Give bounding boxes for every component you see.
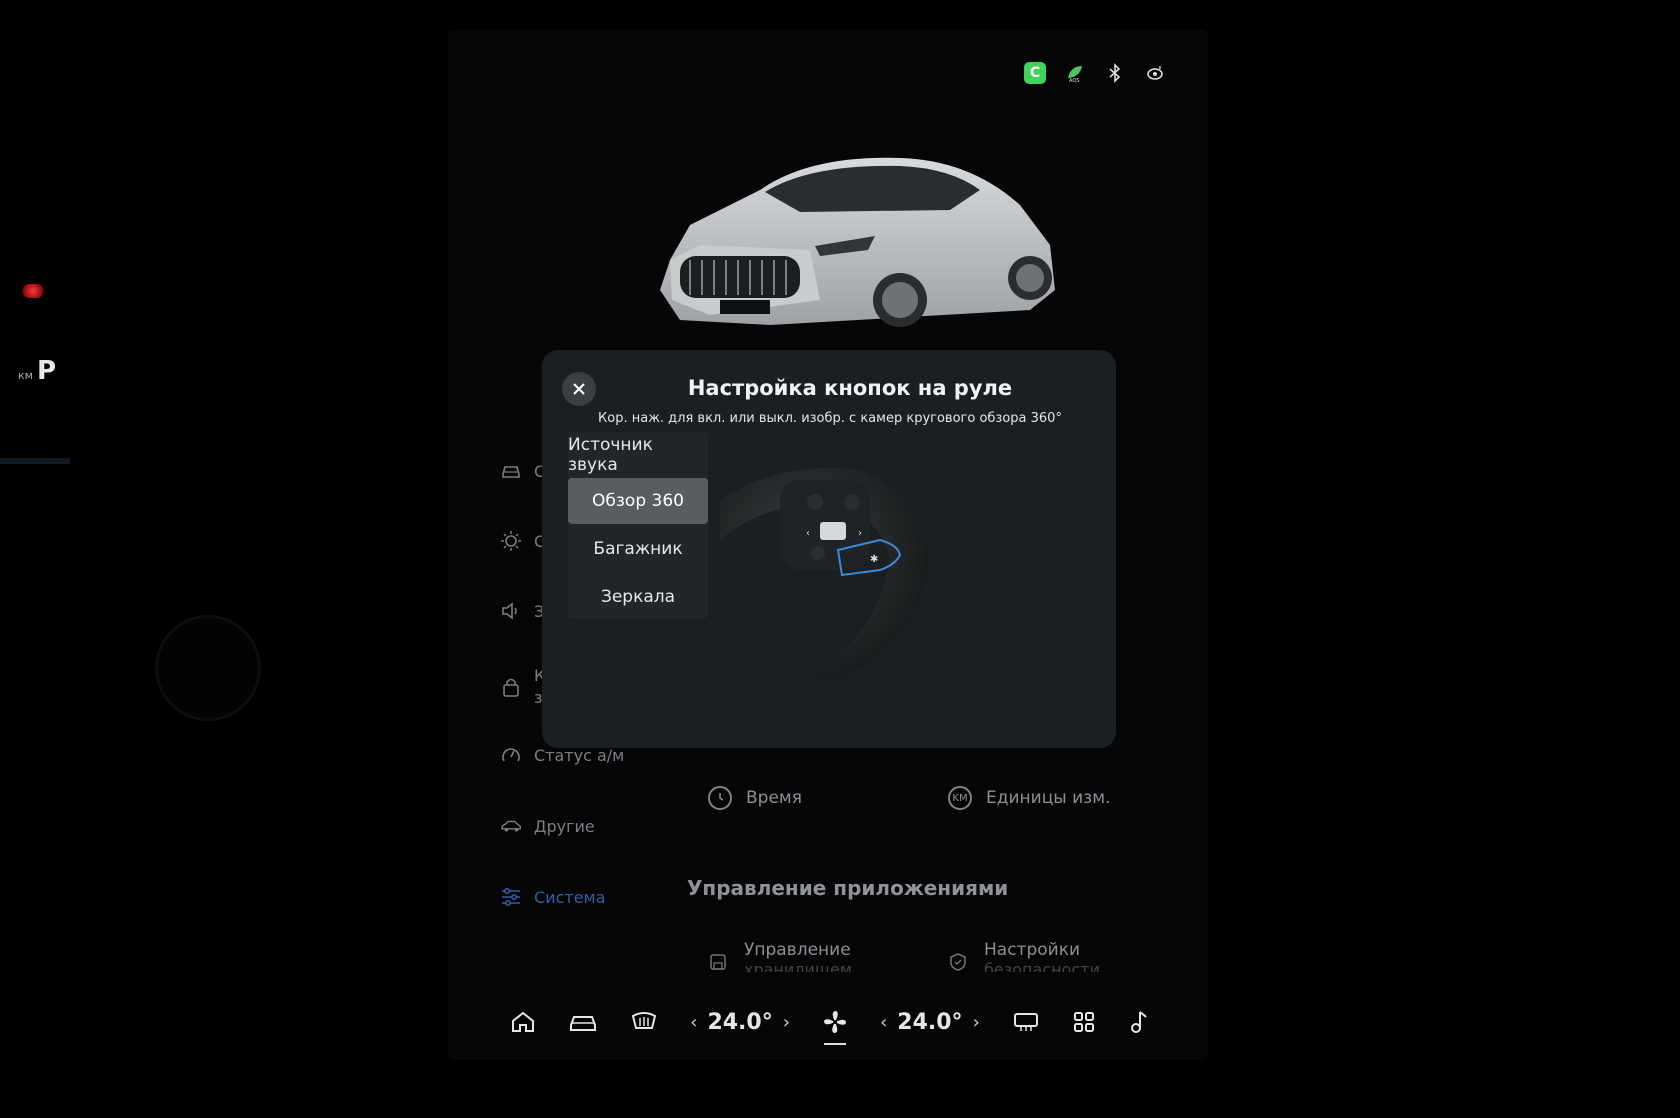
- bluetooth-icon: [1104, 62, 1126, 84]
- option-sound-source[interactable]: Источник звука: [568, 432, 708, 478]
- nav-item-label: Статус а/м: [534, 745, 625, 765]
- vehicle-button[interactable]: [568, 1011, 598, 1033]
- windshield-defrost-button[interactable]: [630, 1010, 658, 1034]
- fan-button[interactable]: [822, 1009, 848, 1045]
- sliders-icon: [500, 886, 522, 908]
- music-button[interactable]: [1128, 1009, 1150, 1035]
- lock-icon: [500, 676, 522, 698]
- svg-text:✱: ✱: [870, 554, 878, 565]
- save-icon: [708, 952, 730, 974]
- tile-app-management[interactable]: Управление хранилищем: [708, 940, 852, 974]
- rear-defrost-button[interactable]: [1012, 1010, 1040, 1034]
- nav-item-system[interactable]: Система: [500, 886, 700, 908]
- tile-units[interactable]: KM Единицы изм.: [948, 786, 1110, 810]
- status-bar: C AQS: [1024, 62, 1166, 84]
- tile-label: Время: [746, 788, 802, 808]
- option-mirrors[interactable]: Зеркала: [568, 574, 708, 620]
- tile-time[interactable]: Время: [708, 786, 802, 810]
- car-icon: [570, 1016, 597, 1031]
- passenger-temperature-control: ‹ 24.0° ›: [880, 1010, 980, 1035]
- speaker-icon: [500, 600, 522, 622]
- svg-text:‹: ‹: [806, 528, 810, 539]
- apps-grid-icon: [1073, 1012, 1094, 1032]
- music-note-icon: [1131, 1011, 1147, 1033]
- svg-text:›: ›: [858, 528, 862, 539]
- passenger-temperature: 24.0°: [897, 1009, 963, 1035]
- temp-decrease-button[interactable]: ‹: [880, 1012, 887, 1033]
- start-stop-knob: [155, 615, 261, 721]
- temp-decrease-button[interactable]: ‹: [690, 1012, 697, 1033]
- home-button[interactable]: [510, 1010, 536, 1034]
- svg-text:AQS: AQS: [1069, 78, 1079, 83]
- tile-security-settings[interactable]: Настройки безопасности: [948, 940, 1100, 974]
- windshield-defrost-icon: [631, 1012, 657, 1029]
- tile-label: Управление: [744, 940, 851, 960]
- shield-icon: [948, 952, 970, 974]
- nav-item-label: Система: [534, 887, 606, 907]
- tile-sublabel: безопасности: [984, 960, 1100, 972]
- vehicle-image: [660, 157, 1055, 327]
- tile-sublabel: хранилищем: [744, 960, 852, 972]
- connected-link-icon: [1144, 62, 1166, 84]
- close-icon: [573, 383, 585, 395]
- nav-item-other[interactable]: Другие: [500, 815, 700, 837]
- car-side-icon: [500, 815, 522, 837]
- home-icon: [512, 1011, 534, 1032]
- eco-aqs-icon: AQS: [1064, 62, 1086, 84]
- dialog-subtitle: Кор. наж. для вкл. или выкл. изобр. с ка…: [598, 411, 1062, 426]
- sun-icon: [500, 530, 522, 552]
- bottom-dock: ‹ 24.0° › ‹ 24.0° ›: [510, 1002, 1150, 1045]
- gear-indicator: км P: [18, 356, 57, 386]
- warning-light-icon: [22, 284, 44, 298]
- nav-item-label: Другие: [534, 816, 595, 836]
- option-trunk[interactable]: Багажник: [568, 526, 708, 572]
- steering-wheel-illustration: ‹ › ✱: [720, 468, 930, 680]
- car-icon: [500, 460, 522, 482]
- fan-icon: [824, 1011, 846, 1033]
- temp-increase-button[interactable]: ›: [973, 1012, 980, 1033]
- option-view-360-selected[interactable]: Обзор 360: [568, 478, 708, 524]
- clock-icon: [708, 786, 732, 810]
- temp-increase-button[interactable]: ›: [783, 1012, 790, 1033]
- carplay-icon[interactable]: C: [1024, 62, 1046, 84]
- driver-temperature-control: ‹ 24.0° ›: [690, 1010, 790, 1035]
- dashboard-trim: [0, 458, 70, 464]
- dialog-title: Настройка кнопок на руле: [687, 376, 1013, 400]
- tile-label: Единицы изм.: [986, 788, 1111, 808]
- gauge-icon: [500, 744, 522, 766]
- section-title: Управление приложениями: [687, 876, 1009, 900]
- apps-button[interactable]: [1072, 1010, 1096, 1034]
- km-units-icon: KM: [948, 786, 972, 810]
- driver-temperature: 24.0°: [707, 1009, 773, 1035]
- close-button[interactable]: [562, 372, 596, 406]
- rear-defrost-icon: [1013, 1013, 1038, 1031]
- tile-label: Настройки: [984, 940, 1081, 960]
